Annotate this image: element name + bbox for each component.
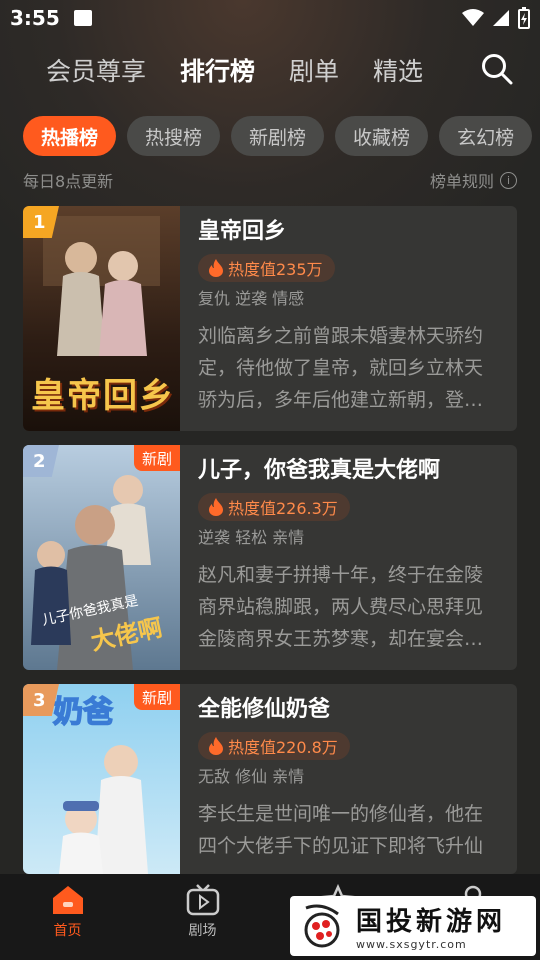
- drama-description: 赵凡和妻子拼搏十年，终于在金陵商界站稳脚跟，两人费尽心思拜见金陵商界女王苏梦寒，…: [198, 564, 484, 650]
- drama-title: 儿子，你爸我真是大佬啊: [198, 458, 441, 483]
- search-icon[interactable]: [480, 52, 514, 86]
- chip-hot-play[interactable]: 热播榜: [23, 116, 117, 156]
- drama-title: 全能修仙奶爸: [198, 697, 331, 722]
- heat-badge: 热度值220.8万: [198, 732, 350, 760]
- top-nav: 会员尊享 排行榜 剧单 精选: [0, 48, 540, 92]
- watermark-title: 国投新游网: [356, 907, 507, 937]
- watermark-text: 国投新游网 www.sxsgytr.com: [356, 901, 506, 951]
- heat-value: 热度值235万: [228, 260, 323, 279]
- chip-new-drama[interactable]: 新剧榜: [231, 116, 325, 156]
- flame-icon: [209, 737, 223, 755]
- nav-home[interactable]: 首页: [0, 874, 135, 960]
- list-subheader: 每日8点更新 榜单规则 i: [23, 168, 517, 192]
- poster-title: 皇帝回乡: [31, 376, 175, 416]
- ranking-rules-label: 榜单规则: [429, 172, 494, 191]
- heat-value: 热度值226.3万: [228, 499, 338, 518]
- drama-card[interactable]: 皇帝回乡 1 皇帝回乡 热度值235万 复仇 逆袭 情感 刘临离乡之前曾跟未婚妻…: [23, 206, 517, 431]
- drama-poster: 皇帝回乡 1: [23, 206, 180, 431]
- tab-playlist[interactable]: 剧单: [289, 52, 339, 88]
- drama-info: 全能修仙奶爸 热度值220.8万 无敌 修仙 亲情 李长生是世间唯一的修仙者，他…: [198, 694, 501, 862]
- heat-value: 热度值220.8万: [228, 738, 338, 757]
- drama-card[interactable]: 儿子你爸我真是 大佬啊 2 新剧 儿子，你爸我真是大佬啊 热度值226.3万 逆…: [23, 445, 517, 670]
- new-badge: 新剧: [133, 684, 180, 710]
- svg-text:奶爸: 奶爸: [53, 695, 113, 730]
- drama-card[interactable]: 奶爸 3 新剧 全能修仙奶爸 热度值220.8万 无敌 修仙 亲情 李长生是世间…: [23, 684, 517, 874]
- flame-icon: [209, 259, 223, 277]
- drama-title: 皇帝回乡: [198, 219, 287, 244]
- chip-fantasy[interactable]: 玄幻榜: [439, 116, 533, 156]
- info-icon: i: [500, 171, 517, 189]
- drama-description: 刘临离乡之前曾跟未婚妻林天骄约定，待他做了皇帝，就回乡立林天骄为后，多年后他建立…: [198, 325, 484, 411]
- tab-member[interactable]: 会员尊享: [46, 52, 146, 88]
- status-time: 3:55: [10, 6, 60, 30]
- drama-info: 儿子，你爸我真是大佬啊 热度值226.3万 逆袭 轻松 亲情 赵凡和妻子拼搏十年…: [198, 455, 501, 655]
- drama-info: 皇帝回乡 热度值235万 复仇 逆袭 情感 刘临离乡之前曾跟未婚妻林天骄约定，待…: [198, 216, 501, 416]
- chip-favorites[interactable]: 收藏榜: [335, 116, 429, 156]
- battery-icon: [518, 7, 530, 29]
- heat-badge: 热度值226.3万: [198, 493, 350, 521]
- nav-home-label: 首页: [53, 923, 82, 939]
- tab-ranking[interactable]: 排行榜: [180, 52, 255, 88]
- status-icons: [462, 7, 530, 29]
- flame-icon: [209, 498, 223, 516]
- watermark-logo-icon: [304, 904, 340, 948]
- nav-theater-label: 剧场: [188, 923, 217, 939]
- drama-tags: 无敌 修仙 亲情: [198, 767, 305, 786]
- signal-icon: [493, 10, 509, 26]
- tv-icon: [186, 884, 219, 916]
- status-bar: 3:55: [0, 0, 540, 36]
- nav-theater[interactable]: 剧场: [135, 874, 270, 960]
- watermark: 国投新游网 www.sxsgytr.com: [290, 896, 536, 956]
- home-icon: [52, 886, 83, 914]
- drama-tags: 复仇 逆袭 情感: [198, 289, 305, 308]
- ranking-rules-link[interactable]: 榜单规则 i: [430, 168, 517, 192]
- poster-image: 儿子你爸我真是 大佬啊: [23, 445, 180, 670]
- image-notification-icon: [73, 10, 92, 26]
- drama-tags: 逆袭 轻松 亲情: [198, 528, 305, 547]
- drama-poster: 奶爸 3 新剧: [23, 684, 180, 874]
- wifi-icon: [462, 9, 484, 26]
- watermark-url: www.sxsgytr.com: [356, 938, 467, 951]
- chip-hot-search[interactable]: 热搜榜: [127, 116, 221, 156]
- update-note: 每日8点更新: [23, 172, 114, 191]
- drama-poster: 儿子你爸我真是 大佬啊 2 新剧: [23, 445, 180, 670]
- new-badge: 新剧: [133, 445, 180, 471]
- heat-badge: 热度值235万: [198, 254, 335, 282]
- drama-description: 李长生是世间唯一的修仙者，他在四个大佬手下的见证下即将飞升仙界，却临门一脚被仇家…: [198, 803, 484, 857]
- tab-featured[interactable]: 精选: [373, 52, 423, 88]
- ranking-chips: 热播榜 热搜榜 新剧榜 收藏榜 玄幻榜: [0, 116, 540, 156]
